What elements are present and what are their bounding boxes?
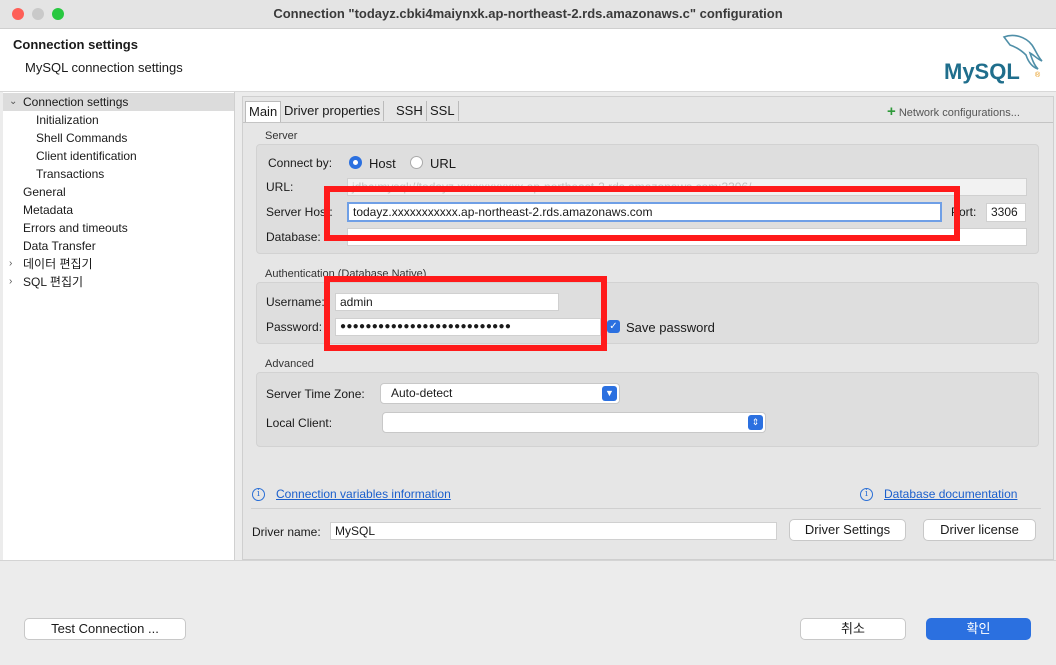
main-panel: Main Driver properties SSH SSL + Network… <box>242 96 1054 560</box>
sidebar-item-label: 데이터 편집기 <box>23 257 93 271</box>
server-host-label: Server Host: <box>266 205 333 219</box>
sidebar-item-data-transfer[interactable]: Data Transfer <box>3 237 234 255</box>
window-title: Connection "todayz.cbki4maiynxk.ap-north… <box>273 6 783 21</box>
save-password-checkbox[interactable]: ✓ <box>607 320 620 333</box>
info-icon: i <box>860 488 873 501</box>
sidebar-item-metadata[interactable]: Metadata <box>3 201 234 219</box>
network-configurations-link[interactable]: + Network configurations... <box>887 103 1020 120</box>
sidebar-item-data-editor[interactable]: › 데이터 편집기 <box>3 255 234 273</box>
save-password-label: Save password <box>626 320 715 335</box>
chevron-down-icon: ⌄ <box>9 96 18 107</box>
cancel-button[interactable]: 취소 <box>800 618 906 640</box>
info-icon: i <box>252 488 265 501</box>
title-bar: Connection "todayz.cbki4maiynxk.ap-north… <box>0 0 1056 29</box>
header-title: Connection settings <box>13 37 138 52</box>
auth-section-label: Authentication (Database Native) <box>265 268 427 280</box>
network-configurations-label: Network configurations... <box>898 107 1020 119</box>
advanced-group <box>256 372 1039 447</box>
checkmark-icon: ✓ <box>609 321 618 332</box>
sidebar-item-label: Shell Commands <box>36 131 128 145</box>
dialog-header: Connection settings MySQL connection set… <box>0 29 1056 92</box>
chevron-right-icon: › <box>9 258 13 269</box>
test-connection-button[interactable]: Test Connection ... <box>24 618 186 640</box>
tab-ssh[interactable]: SSH <box>393 101 427 121</box>
username-label: Username: <box>266 295 325 309</box>
divider <box>251 508 1041 509</box>
connect-by-label: Connect by: <box>268 156 333 170</box>
mysql-logo: MySQL ® <box>942 31 1047 87</box>
host-radio[interactable] <box>349 156 362 169</box>
username-input[interactable]: admin <box>335 293 559 311</box>
local-client-label: Local Client: <box>266 416 333 430</box>
database-input[interactable] <box>347 228 1027 246</box>
sidebar-item-label: Data Transfer <box>23 239 96 253</box>
server-timezone-label: Server Time Zone: <box>266 387 365 401</box>
sidebar-item-general[interactable]: General <box>3 183 234 201</box>
url-field[interactable]: jdbc:mysql://todayz.xxxxxxxxxxx.ap-north… <box>347 178 1027 196</box>
server-timezone-value: Auto-detect <box>391 386 453 400</box>
ok-button[interactable]: 확인 <box>926 618 1031 640</box>
sidebar-item-label: Metadata <box>23 203 74 217</box>
password-input[interactable]: ●●●●●●●●●●●●●●●●●●●●●●●●●●● <box>335 318 601 336</box>
local-client-select[interactable]: ⇕ <box>382 412 766 433</box>
chevron-right-icon: › <box>9 276 13 287</box>
sidebar-item-label: Transactions <box>36 167 105 181</box>
updown-icon: ⇕ <box>748 415 763 430</box>
server-host-input[interactable]: todayz.xxxxxxxxxxx.ap-northeast-2.rds.am… <box>347 202 942 222</box>
footer-divider <box>0 560 1056 561</box>
settings-sidebar: ⌄ Connection settings Initialization She… <box>3 92 235 560</box>
header-subtitle: MySQL connection settings <box>25 60 183 75</box>
sidebar-item-label: Connection settings <box>23 95 129 109</box>
sidebar-item-connection-settings[interactable]: ⌄ Connection settings <box>3 93 234 111</box>
sidebar-item-label: Initialization <box>36 113 99 127</box>
advanced-section-label: Advanced <box>265 358 314 370</box>
registered-mark: ® <box>1035 72 1041 79</box>
sidebar-item-errors-timeouts[interactable]: Errors and timeouts <box>3 219 234 237</box>
port-input[interactable]: 3306 <box>986 203 1026 222</box>
url-label: URL: <box>266 180 294 194</box>
sidebar-item-client-identification[interactable]: Client identification <box>3 147 234 165</box>
port-label: Port: <box>951 205 977 219</box>
sidebar-item-sql-editor[interactable]: › SQL 편집기 <box>3 273 234 291</box>
driver-license-button[interactable]: Driver license <box>923 519 1036 541</box>
tab-main[interactable]: Main <box>245 101 282 122</box>
host-radio-label: Host <box>369 156 396 171</box>
driver-settings-button[interactable]: Driver Settings <box>789 519 906 541</box>
url-radio-label: URL <box>430 156 457 171</box>
tab-driver-properties[interactable]: Driver properties <box>281 101 385 121</box>
database-documentation-link[interactable]: Database documentation <box>884 487 1017 501</box>
url-radio[interactable] <box>410 156 423 169</box>
mysql-logo-text: MySQL <box>944 59 1020 84</box>
tab-divider <box>243 122 1053 123</box>
driver-name-label: Driver name: <box>252 525 321 539</box>
sidebar-item-label: General <box>23 185 66 199</box>
server-timezone-select[interactable]: Auto-detect ▼ <box>380 383 620 404</box>
sidebar-item-initialization[interactable]: Initialization <box>3 111 234 129</box>
chevron-down-icon: ▼ <box>602 386 617 401</box>
driver-name-field: MySQL <box>330 522 777 540</box>
server-section-label: Server <box>265 130 298 142</box>
tab-ssl[interactable]: SSL <box>427 101 459 121</box>
sidebar-item-transactions[interactable]: Transactions <box>3 165 234 183</box>
plus-icon: + <box>887 103 896 120</box>
sidebar-item-label: Errors and timeouts <box>23 221 128 235</box>
password-label: Password: <box>266 320 323 334</box>
sidebar-item-label: SQL 편집기 <box>23 275 84 289</box>
sidebar-item-shell-commands[interactable]: Shell Commands <box>3 129 234 147</box>
sidebar-item-label: Client identification <box>36 149 137 163</box>
database-label: Database: <box>266 230 321 244</box>
connection-variables-link[interactable]: Connection variables information <box>276 487 451 501</box>
